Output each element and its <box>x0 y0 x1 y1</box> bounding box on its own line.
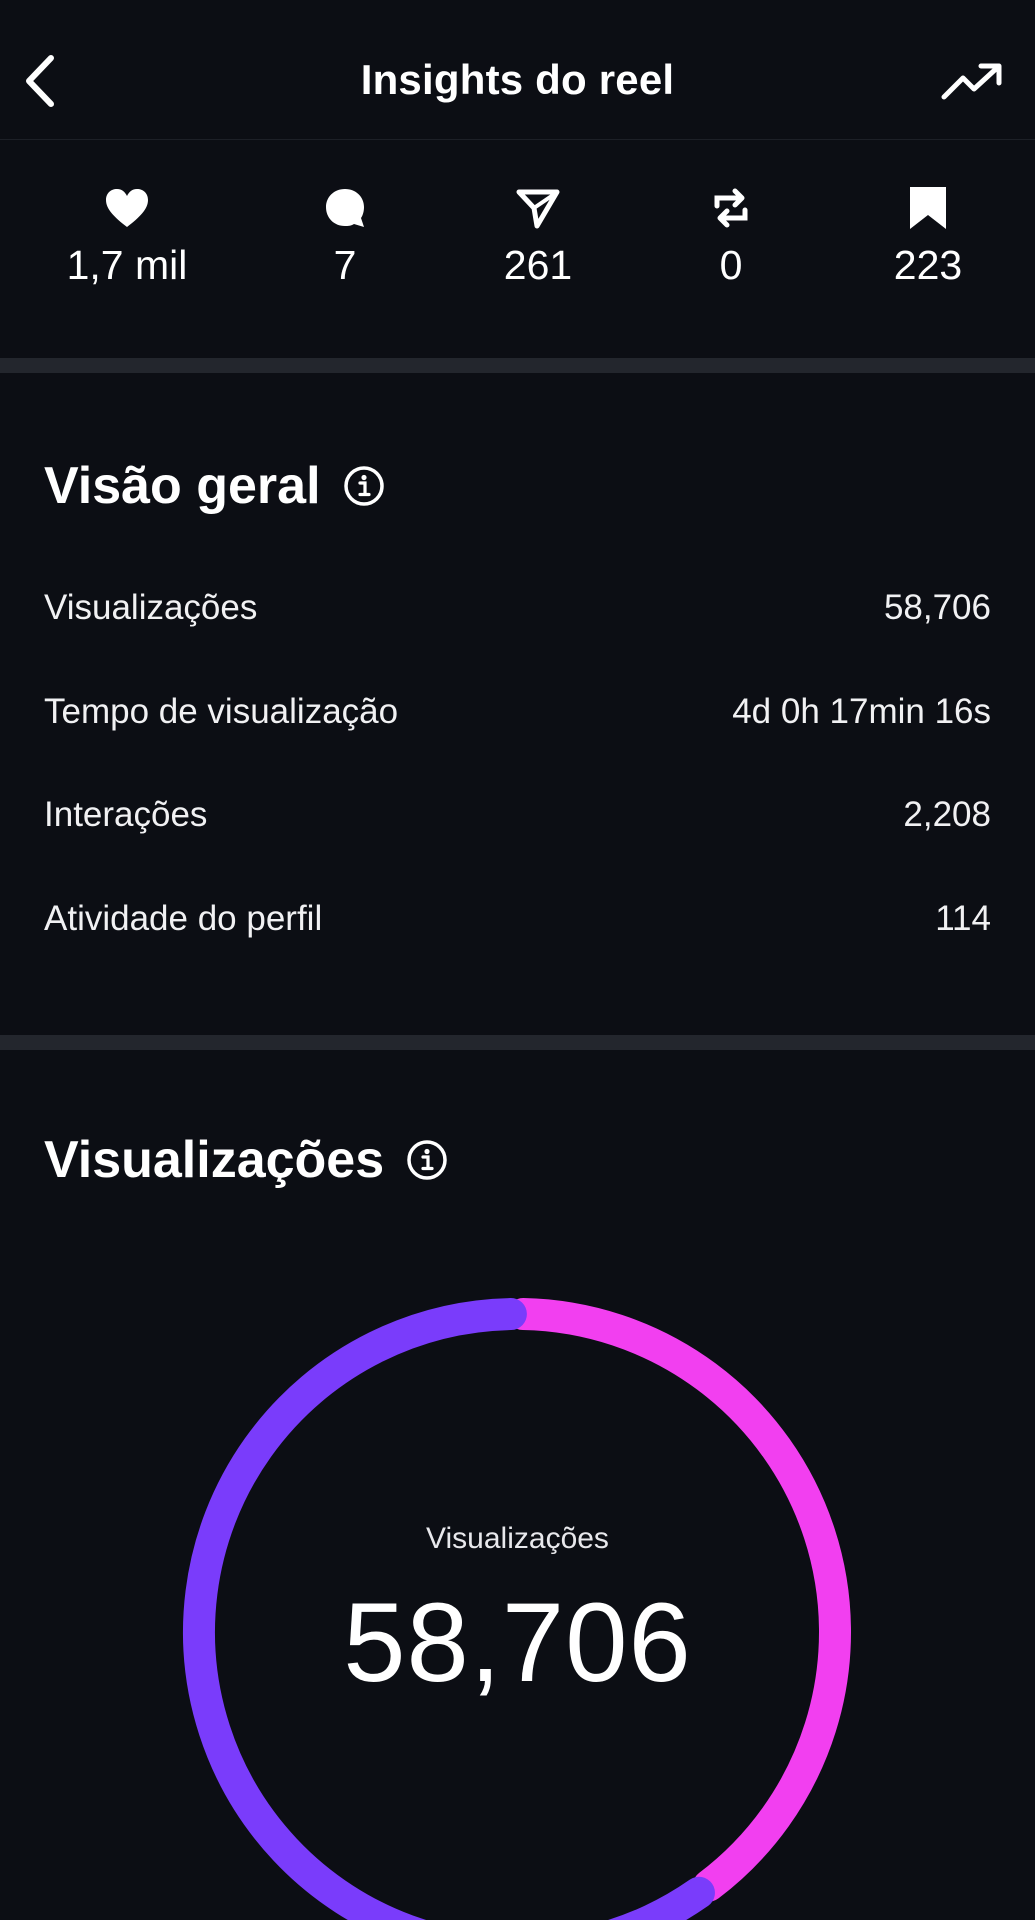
row-value: 114 <box>935 899 991 938</box>
row-label: Tempo de visualização <box>44 692 399 731</box>
overview-section-title: Visão geral <box>44 456 385 516</box>
donut-center-value: 58,706 <box>343 1580 692 1705</box>
trend-button[interactable] <box>939 56 1005 106</box>
views-section-title: Visualizações <box>44 1130 448 1190</box>
likes-metric[interactable]: 1,7 mil <box>27 182 227 289</box>
reposts-metric[interactable]: 0 <box>631 182 831 289</box>
overview-row[interactable]: Tempo de visualização 4d 0h 17min 16s <box>44 682 991 742</box>
donut-center-label: Visualizações <box>426 1522 609 1555</box>
views-info-button[interactable] <box>406 1139 448 1181</box>
comments-metric[interactable]: 7 <box>245 182 445 289</box>
saves-metric[interactable]: 223 <box>828 182 1028 289</box>
comment-icon <box>326 189 364 227</box>
section-divider <box>0 1035 1035 1050</box>
engagement-metrics: 1,7 mil 7 261 0 223 <box>0 140 1035 358</box>
page-title: Insights do reel <box>360 56 675 103</box>
overview-row[interactable]: Interações 2,208 <box>44 785 991 845</box>
section-divider <box>0 358 1035 373</box>
trending-up-icon <box>941 63 1002 100</box>
reposts-count: 0 <box>719 242 743 288</box>
bookmark-icon <box>910 187 946 229</box>
comments-count: 7 <box>333 242 357 288</box>
info-icon <box>343 466 384 506</box>
overview-info-button[interactable] <box>343 465 385 507</box>
top-bar: Insights do reel <box>0 0 1035 140</box>
row-value: 4d 0h 17min 16s <box>732 692 991 731</box>
saves-count: 223 <box>893 242 963 288</box>
shares-metric[interactable]: 261 <box>438 182 638 289</box>
row-value: 2,208 <box>903 795 991 834</box>
row-label: Visualizações <box>44 588 258 627</box>
row-label: Interações <box>44 795 208 834</box>
overview-row[interactable]: Atividade do perfil 114 <box>44 889 991 949</box>
views-title: Visualizações <box>44 1131 385 1189</box>
row-label: Atividade do perfil <box>44 899 323 938</box>
overview-title: Visão geral <box>44 457 321 515</box>
reel-insights-screen: Insights do reel 1,7 mil 7 261 0 223 Vis… <box>0 0 1035 1920</box>
overview-row[interactable]: Visualizações 58,706 <box>44 578 991 638</box>
send-icon <box>516 189 560 229</box>
row-value: 58,706 <box>883 588 991 627</box>
repost-icon <box>714 188 748 228</box>
info-icon <box>407 1140 447 1180</box>
shares-count: 261 <box>503 242 573 288</box>
heart-icon <box>106 189 148 227</box>
likes-count: 1,7 mil <box>66 242 188 288</box>
